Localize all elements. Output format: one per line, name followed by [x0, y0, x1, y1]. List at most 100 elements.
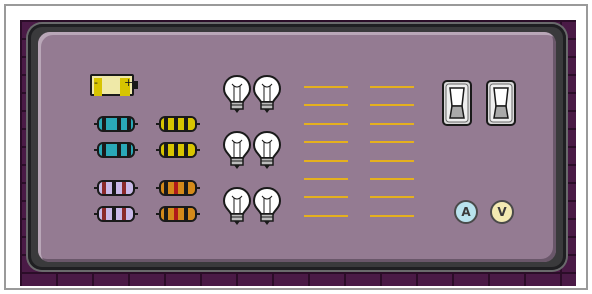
resistor-part[interactable] — [156, 180, 200, 196]
resistor-band — [174, 144, 178, 156]
resistor-lead — [134, 187, 138, 189]
resistor-part[interactable] — [94, 206, 138, 222]
wire-part[interactable] — [304, 104, 348, 106]
resistor-body — [159, 116, 197, 132]
resistor-band — [112, 118, 116, 130]
resistor-band — [122, 144, 126, 156]
resistor-band — [169, 144, 173, 156]
wire-part[interactable] — [304, 141, 348, 143]
resistor-part[interactable] — [94, 180, 138, 196]
battery-plus-symbol: + — [124, 76, 134, 89]
resistor-band — [117, 144, 121, 156]
resistor-body — [97, 206, 135, 222]
voltmeter-label: V — [497, 205, 507, 219]
wire-part[interactable] — [304, 160, 348, 162]
bulb-graphic — [252, 74, 282, 113]
resistor-band — [174, 118, 178, 130]
resistor-lead — [196, 123, 200, 125]
wire-part[interactable] — [304, 178, 348, 180]
bulb-graphic — [222, 130, 252, 169]
resistor-band — [107, 182, 111, 194]
resistor-band — [122, 182, 126, 194]
resistor-band — [164, 182, 168, 194]
bulb-icon[interactable] — [252, 74, 282, 114]
resistor-band — [189, 182, 193, 194]
wire-part[interactable] — [370, 104, 414, 106]
wire-part[interactable] — [304, 215, 348, 217]
bulb-graphic — [252, 186, 282, 225]
resistor-band — [164, 144, 168, 156]
resistor-body — [159, 206, 197, 222]
bulb-icon[interactable] — [222, 186, 252, 226]
resistor-band — [102, 208, 106, 220]
resistor-band — [112, 144, 116, 156]
resistor-band — [189, 144, 193, 156]
voltmeter-part[interactable]: V — [490, 200, 514, 224]
wire-part[interactable] — [370, 215, 414, 217]
resistor-lead — [134, 213, 138, 215]
resistor-band — [117, 118, 121, 130]
resistor-band — [107, 208, 111, 220]
ammeter-label: A — [461, 205, 471, 219]
bulb-graphic — [222, 74, 252, 113]
resistor-band — [179, 182, 183, 194]
wire-part[interactable] — [304, 86, 348, 88]
wire-part[interactable] — [370, 160, 414, 162]
bulb-graphic — [252, 130, 282, 169]
bulb-icon[interactable] — [222, 74, 252, 114]
bulb-icon[interactable] — [222, 130, 252, 170]
resistor-band — [102, 182, 106, 194]
resistor-band — [169, 118, 173, 130]
resistor-lead — [134, 149, 138, 151]
wire-part[interactable] — [370, 196, 414, 198]
resistor-band — [179, 118, 183, 130]
resistor-part[interactable] — [156, 206, 200, 222]
wire-part[interactable] — [370, 141, 414, 143]
resistor-band — [174, 182, 178, 194]
battery-part[interactable]: - + — [90, 74, 138, 96]
resistor-band — [127, 182, 131, 194]
resistor-lead — [134, 123, 138, 125]
resistor-band — [169, 208, 173, 220]
wire-part[interactable] — [370, 123, 414, 125]
resistor-band — [117, 182, 121, 194]
resistor-band — [107, 144, 111, 156]
resistor-part[interactable] — [156, 116, 200, 132]
wire-part[interactable] — [304, 196, 348, 198]
game-window: - + A V — [4, 4, 588, 290]
resistor-lead — [196, 213, 200, 215]
switch-graphic — [486, 80, 516, 126]
resistor-lead — [196, 187, 200, 189]
resistor-band — [174, 208, 178, 220]
resistor-part[interactable] — [94, 116, 138, 132]
wire-part[interactable] — [370, 178, 414, 180]
switch-part[interactable] — [486, 80, 516, 126]
resistor-body — [159, 142, 197, 158]
resistor-band — [179, 208, 183, 220]
resistor-band — [179, 144, 183, 156]
bulb-icon[interactable] — [252, 130, 282, 170]
resistor-band — [107, 118, 111, 130]
resistor-band — [117, 208, 121, 220]
battery-minus-symbol: - — [94, 76, 98, 89]
switch-part[interactable] — [442, 80, 472, 126]
resistor-part[interactable] — [156, 142, 200, 158]
resistor-band — [184, 118, 188, 130]
resistor-band — [184, 144, 188, 156]
battery-terminal — [134, 81, 138, 89]
resistor-band — [122, 118, 126, 130]
resistor-band — [164, 118, 168, 130]
resistor-part[interactable] — [94, 142, 138, 158]
resistor-band — [127, 118, 131, 130]
resistor-band — [102, 118, 106, 130]
resistor-band — [184, 208, 188, 220]
wire-part[interactable] — [370, 86, 414, 88]
ammeter-part[interactable]: A — [454, 200, 478, 224]
resistor-band — [112, 208, 116, 220]
resistor-body — [97, 142, 135, 158]
resistor-band — [102, 144, 106, 156]
wire-part[interactable] — [304, 123, 348, 125]
switch-graphic — [442, 80, 472, 126]
toolbox-board: - + A V — [38, 32, 556, 262]
bulb-icon[interactable] — [252, 186, 282, 226]
